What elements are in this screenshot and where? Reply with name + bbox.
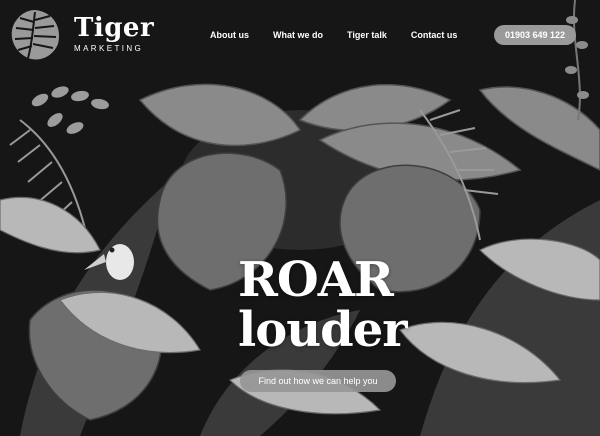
main-nav: About us What we do Tiger talk Contact u…: [210, 30, 481, 40]
hero-line-roar: ROAR: [238, 252, 394, 308]
find-out-cta-button[interactable]: Find out how we can help you: [240, 370, 396, 392]
brand[interactable]: Tiger MARKETING: [74, 14, 154, 53]
brand-subtitle: MARKETING: [74, 44, 144, 53]
hero-headline: ROAR louder: [238, 252, 408, 358]
monstera-leaf-logo-icon[interactable]: [6, 6, 64, 64]
hero-line-louder: louder: [238, 302, 408, 358]
brand-name: Tiger: [74, 13, 155, 43]
nav-item-about-us[interactable]: About us: [210, 30, 249, 40]
site-header: Tiger MARKETING About us What we do Tige…: [0, 0, 600, 72]
nav-item-what-we-do[interactable]: What we do: [273, 30, 323, 40]
nav-item-contact-us[interactable]: Contact us: [411, 30, 458, 40]
phone-button[interactable]: 01903 649 122: [494, 25, 576, 45]
page: Tiger MARKETING About us What we do Tige…: [0, 0, 600, 436]
nav-item-tiger-talk[interactable]: Tiger talk: [347, 30, 387, 40]
